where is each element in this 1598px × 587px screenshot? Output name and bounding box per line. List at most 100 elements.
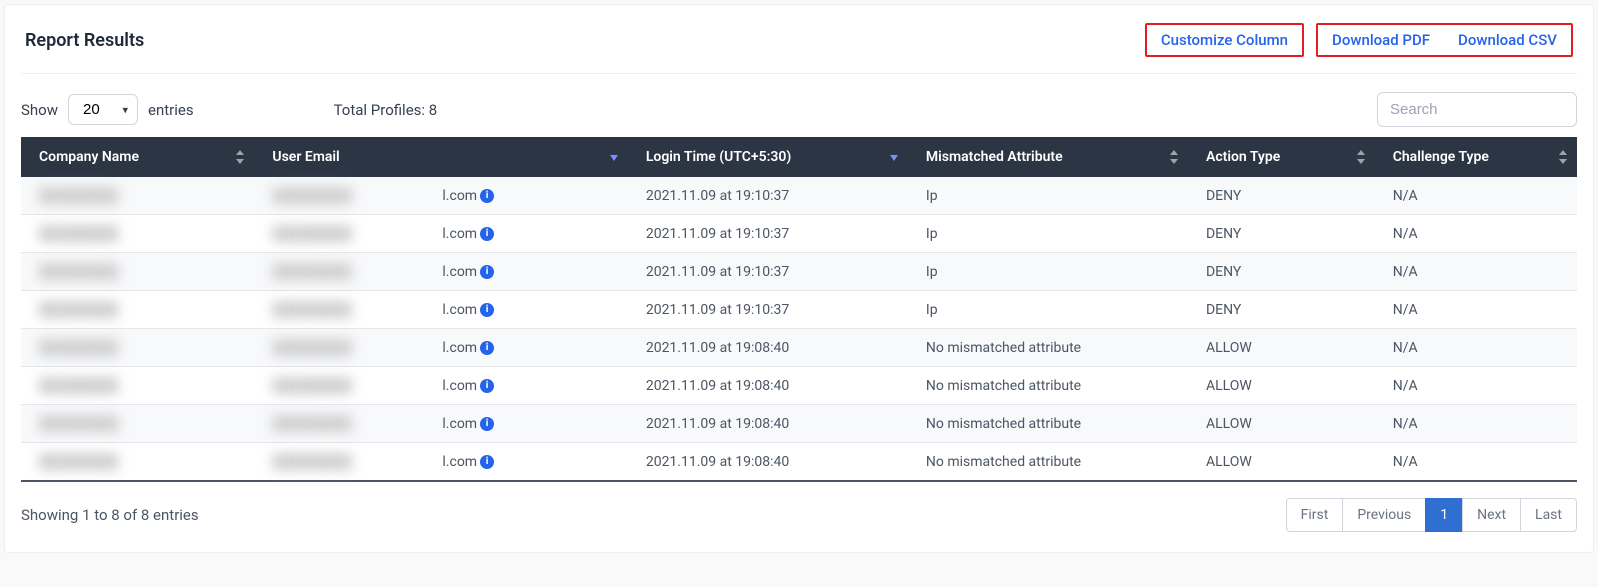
redacted-text: ████████: [272, 187, 442, 204]
redacted-text: ████████: [39, 188, 118, 204]
column-header-company[interactable]: Company Name: [21, 137, 254, 177]
cell-action: DENY: [1188, 291, 1375, 329]
cell-mismatch: Ip: [908, 253, 1188, 291]
redacted-text: ████████: [39, 378, 118, 394]
info-icon[interactable]: i: [480, 341, 494, 355]
cell-login: 2021.11.09 at 19:10:37: [628, 177, 908, 215]
info-icon[interactable]: i: [480, 227, 494, 241]
column-header-login[interactable]: Login Time (UTC+5:30): [628, 137, 908, 177]
page-1-button[interactable]: 1: [1425, 498, 1463, 532]
email-suffix: l.com: [442, 340, 477, 356]
redacted-text: ████████: [272, 339, 442, 356]
cell-email: ████████l.comi: [254, 329, 627, 367]
email-suffix: l.com: [442, 264, 477, 280]
show-label-prefix: Show: [21, 101, 58, 119]
show-label-suffix: entries: [148, 101, 194, 119]
cell-mismatch: Ip: [908, 291, 1188, 329]
cell-action: DENY: [1188, 253, 1375, 291]
column-label: User Email: [272, 149, 339, 165]
page-first-button[interactable]: First: [1286, 498, 1344, 532]
cell-action: DENY: [1188, 177, 1375, 215]
cell-login: 2021.11.09 at 19:08:40: [628, 405, 908, 443]
table-row: ████████████████l.comi2021.11.09 at 19:0…: [21, 329, 1577, 367]
redacted-text: ████████: [272, 225, 442, 242]
redacted-text: ████████: [39, 416, 118, 432]
cell-challenge: N/A: [1375, 405, 1577, 443]
cell-mismatch: No mismatched attribute: [908, 405, 1188, 443]
cell-action: ALLOW: [1188, 405, 1375, 443]
showing-summary: Showing 1 to 8 of 8 entries: [21, 506, 199, 524]
cell-company: ████████: [21, 367, 254, 405]
panel-header: Report Results Customize Column Download…: [21, 17, 1577, 74]
cell-email: ████████l.comi: [254, 291, 627, 329]
table-row: ████████████████l.comi2021.11.09 at 19:1…: [21, 291, 1577, 329]
column-header-email[interactable]: User Email: [254, 137, 627, 177]
column-label: Challenge Type: [1393, 149, 1489, 165]
info-icon[interactable]: i: [480, 303, 494, 317]
cell-email: ████████l.comi: [254, 405, 627, 443]
column-label: Action Type: [1206, 149, 1280, 165]
download-csv-button[interactable]: Download CSV: [1458, 31, 1557, 49]
page-previous-button[interactable]: Previous: [1342, 498, 1426, 532]
cell-company: ████████: [21, 291, 254, 329]
cell-challenge: N/A: [1375, 291, 1577, 329]
customize-column-button[interactable]: Customize Column: [1161, 31, 1288, 49]
redacted-text: ████████: [39, 264, 118, 280]
info-icon[interactable]: i: [480, 417, 494, 431]
redacted-text: ████████: [272, 415, 442, 432]
pagination: First Previous 1 Next Last: [1286, 498, 1577, 532]
column-header-challenge[interactable]: Challenge Type: [1375, 137, 1577, 177]
search-input[interactable]: [1377, 92, 1577, 127]
page-size-select[interactable]: 20: [68, 94, 138, 125]
page-next-button[interactable]: Next: [1462, 498, 1521, 532]
table-row: ████████████████l.comi2021.11.09 at 19:0…: [21, 367, 1577, 405]
redacted-text: ████████: [39, 226, 118, 242]
info-icon[interactable]: i: [480, 189, 494, 203]
cell-login: 2021.11.09 at 19:08:40: [628, 443, 908, 482]
column-header-mismatch[interactable]: Mismatched Attribute: [908, 137, 1188, 177]
table-row: ████████████████l.comi2021.11.09 at 19:1…: [21, 177, 1577, 215]
table-row: ████████████████l.comi2021.11.09 at 19:1…: [21, 215, 1577, 253]
cell-login: 2021.11.09 at 19:08:40: [628, 329, 908, 367]
cell-login: 2021.11.09 at 19:10:37: [628, 215, 908, 253]
report-table: Company Name User Email Login Time (UTC+…: [21, 137, 1577, 482]
table-row: ████████████████l.comi2021.11.09 at 19:0…: [21, 405, 1577, 443]
redacted-text: ████████: [272, 263, 442, 280]
table-body: ████████████████l.comi2021.11.09 at 19:1…: [21, 177, 1577, 481]
email-suffix: l.com: [442, 188, 477, 204]
email-suffix: l.com: [442, 302, 477, 318]
column-header-action[interactable]: Action Type: [1188, 137, 1375, 177]
customize-column-group: Customize Column: [1145, 23, 1304, 57]
cell-email: ████████l.comi: [254, 177, 627, 215]
info-icon[interactable]: i: [480, 455, 494, 469]
redacted-text: ████████: [272, 377, 442, 394]
cell-company: ████████: [21, 443, 254, 482]
cell-mismatch: No mismatched attribute: [908, 367, 1188, 405]
redacted-text: ████████: [39, 302, 118, 318]
info-icon[interactable]: i: [480, 265, 494, 279]
cell-login: 2021.11.09 at 19:10:37: [628, 253, 908, 291]
cell-login: 2021.11.09 at 19:08:40: [628, 367, 908, 405]
cell-action: ALLOW: [1188, 443, 1375, 482]
cell-email: ████████l.comi: [254, 215, 627, 253]
email-suffix: l.com: [442, 416, 477, 432]
download-pdf-button[interactable]: Download PDF: [1332, 31, 1430, 49]
redacted-text: ████████: [272, 301, 442, 318]
email-suffix: l.com: [442, 454, 477, 470]
cell-mismatch: Ip: [908, 215, 1188, 253]
cell-login: 2021.11.09 at 19:10:37: [628, 291, 908, 329]
cell-mismatch: No mismatched attribute: [908, 329, 1188, 367]
cell-action: DENY: [1188, 215, 1375, 253]
email-suffix: l.com: [442, 226, 477, 242]
page-size-control: Show 20 entries: [21, 94, 194, 125]
cell-company: ████████: [21, 329, 254, 367]
column-label: Mismatched Attribute: [926, 149, 1063, 165]
table-row: ████████████████l.comi2021.11.09 at 19:0…: [21, 443, 1577, 482]
cell-action: ALLOW: [1188, 329, 1375, 367]
redacted-text: ████████: [39, 340, 118, 356]
page-last-button[interactable]: Last: [1520, 498, 1577, 532]
report-results-panel: Report Results Customize Column Download…: [4, 4, 1594, 553]
header-actions: Customize Column Download PDF Download C…: [1145, 23, 1573, 57]
info-icon[interactable]: i: [480, 379, 494, 393]
cell-action: ALLOW: [1188, 367, 1375, 405]
